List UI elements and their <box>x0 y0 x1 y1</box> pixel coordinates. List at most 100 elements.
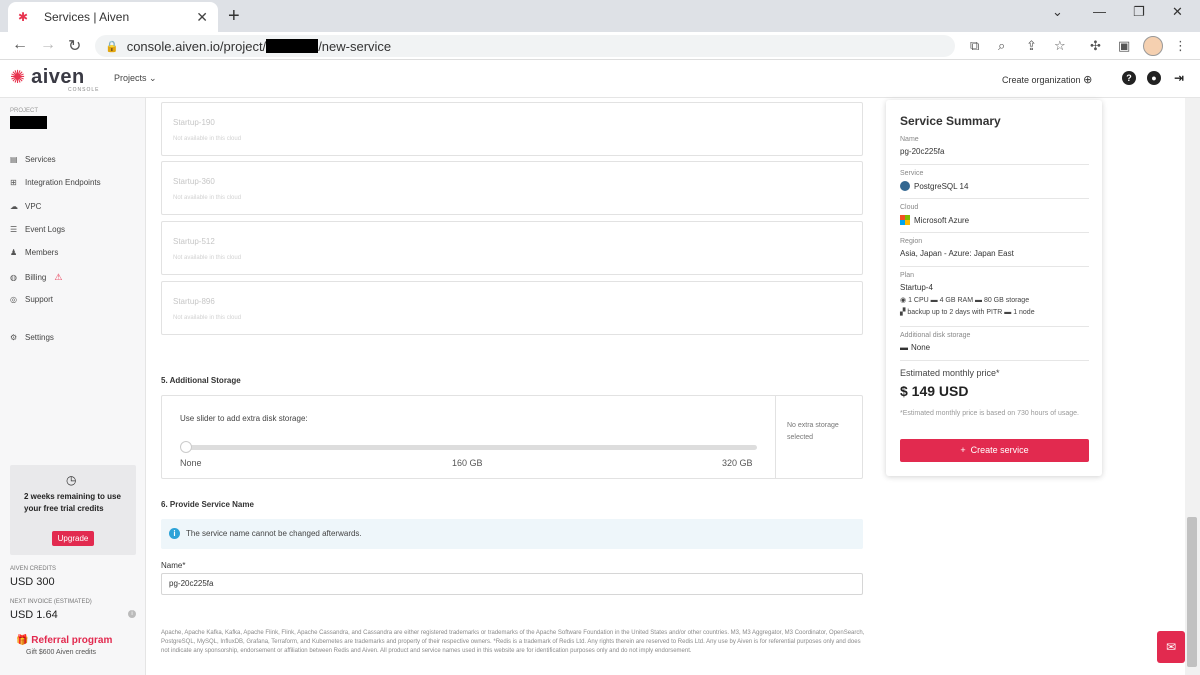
storage-slider-handle[interactable] <box>180 441 192 453</box>
plus-icon: + <box>960 445 966 455</box>
plan-option-startup-190[interactable]: Startup-190 Not available in this cloud <box>161 102 863 156</box>
create-service-button[interactable]: + Create service <box>900 439 1089 462</box>
close-window-icon[interactable]: ✕ <box>1172 4 1183 20</box>
plan-option-startup-512[interactable]: Startup-512 Not available in this cloud <box>161 221 863 275</box>
section-title-service-name: 6. Provide Service Name <box>161 500 254 509</box>
trademark-footer: Apache, Apache Kafka, Kafka, Apache Flin… <box>161 630 865 654</box>
upgrade-button[interactable]: Upgrade <box>52 531 94 546</box>
service-summary-card: Service Summary Name pg-20c225fa Service… <box>886 100 1102 476</box>
summary-service-row: Service PostgreSQL 14 <box>900 170 1089 199</box>
aiven-logo[interactable]: ✺ aiven CONSOLE <box>10 66 98 93</box>
plan-name: Startup-360 <box>173 177 215 186</box>
translate-icon[interactable]: ⧉ <box>970 38 979 54</box>
help-icon[interactable]: ? <box>1122 71 1136 85</box>
summary-value: pg-20c225fa <box>900 147 945 156</box>
back-icon[interactable]: ← <box>12 36 28 54</box>
url-suffix: /new-service <box>318 38 392 54</box>
logout-icon[interactable]: ⇥ <box>1172 71 1186 85</box>
sidebar-item-billing[interactable]: ◍ Billing ⚠ <box>10 272 62 283</box>
logo-text: aiven <box>31 66 85 88</box>
extensions-icon[interactable]: ✣ <box>1090 38 1101 54</box>
support-icon: ◎ <box>10 295 17 304</box>
divider <box>900 360 1089 361</box>
minimize-icon[interactable]: — <box>1093 4 1106 19</box>
tab-search-icon[interactable]: ⌄ <box>1052 4 1063 20</box>
bookmark-star-icon[interactable]: ☆ <box>1054 38 1066 54</box>
sidebar-item-label: Members <box>25 248 59 257</box>
credits-label: AIVEN CREDITS <box>10 566 57 572</box>
summary-label: Service <box>900 170 924 177</box>
sidebar-item-settings[interactable]: ⚙ Settings <box>10 333 54 342</box>
divider <box>900 232 1089 233</box>
plan-name: Startup-896 <box>173 297 215 306</box>
divider <box>900 198 1089 199</box>
referral-note: Gift $600 Aiven credits <box>26 649 97 656</box>
profile-avatar[interactable] <box>1143 36 1163 56</box>
url-field[interactable]: 🔒 console.aiven.io/project/ /new-service <box>95 35 955 57</box>
sidebar-item-services[interactable]: ▤ Services <box>10 155 56 164</box>
sidebar-item-vpc[interactable]: ☁ VPC <box>10 202 41 211</box>
summary-disk-row: Additional disk storage ▬ None <box>900 332 1089 361</box>
new-tab-icon[interactable]: + <box>228 5 240 28</box>
create-organization-button[interactable]: Create organization ⊕ <box>1002 73 1092 86</box>
invoice-label: NEXT INVOICE (ESTIMATED) <box>10 599 92 605</box>
summary-label: Region <box>900 238 923 245</box>
trial-text: 2 weeks remaining to use your free trial… <box>24 492 121 513</box>
summary-plan-row: Plan Startup-4 ◉ 1 CPU ▬ 4 GB RAM ▬ 80 G… <box>900 272 1089 327</box>
divider <box>900 266 1089 267</box>
forward-icon[interactable]: → <box>40 36 56 54</box>
sidebar-item-label: Services <box>25 155 56 164</box>
chat-support-icon[interactable]: ✉ <box>1157 631 1185 663</box>
url-prefix: console.aiven.io/project/ <box>126 38 267 54</box>
share-icon[interactable]: ⇪ <box>1026 38 1037 54</box>
sidebar-item-label: Settings <box>25 333 54 342</box>
postgresql-icon <box>900 181 910 191</box>
browser-menu-icon[interactable]: ⋮ <box>1174 38 1187 54</box>
service-name-input[interactable]: pg-20c225fa <box>161 573 863 595</box>
summary-cloud-row: Cloud Microsoft Azure <box>900 204 1089 233</box>
close-tab-icon[interactable]: ✕ <box>196 9 208 26</box>
sidebar-item-label: Integration Endpoints <box>25 178 101 187</box>
sidebar-item-event-logs[interactable]: ☰ Event Logs <box>10 225 65 234</box>
reload-icon[interactable]: ↻ <box>68 36 81 56</box>
referral-program-link[interactable]: 🎁 Referral program <box>16 635 112 646</box>
project-label: PROJECT <box>10 108 39 114</box>
projects-dropdown[interactable]: Projects ⌄ <box>114 73 157 84</box>
clock-icon: ◷ <box>66 473 77 487</box>
invoice-value: USD 1.64 <box>10 609 58 621</box>
restore-icon[interactable]: ❐ <box>1133 4 1145 20</box>
storage-hint: Use slider to add extra disk storage: <box>180 414 308 423</box>
disk-icon: ▬ <box>900 343 908 352</box>
sidebar-item-integration-endpoints[interactable]: ⊞ Integration Endpoints <box>10 178 101 187</box>
list-icon: ☰ <box>10 225 18 234</box>
app-header: ✺ aiven CONSOLE Projects ⌄ Create organi… <box>0 60 1200 98</box>
plan-option-startup-896[interactable]: Startup-896 Not available in this cloud <box>161 281 863 335</box>
sidebar: PROJECT ▤ Services ⊞ Integration Endpoints… <box>0 98 146 675</box>
notice-text: The service name cannot be changed after… <box>186 529 362 538</box>
sidebar-item-support[interactable]: ◎ Support <box>10 295 53 304</box>
browser-tabstrip: ✱ Services | Aiven ✕ + ⌄ — ❐ ✕ <box>0 0 1200 32</box>
users-icon: ♟ <box>10 248 18 257</box>
sidebar-item-members[interactable]: ♟ Members <box>10 248 58 257</box>
create-org-label: Create organization <box>1002 75 1081 85</box>
redacted-project-id <box>266 39 319 53</box>
backup-icon: ▞ <box>900 309 906 316</box>
estimated-price-value: $ 149 USD <box>900 383 969 399</box>
browser-tab[interactable]: ✱ Services | Aiven ✕ <box>8 2 218 32</box>
sidebar-item-label: Event Logs <box>25 225 66 234</box>
summary-title: Service Summary <box>900 114 1001 128</box>
cloud-icon: ☁ <box>10 202 18 211</box>
storage-slider-track[interactable] <box>183 445 757 450</box>
summary-region-row: Region Asia, Japan - Azure: Japan East <box>900 238 1089 267</box>
spec-nodes: 1 node <box>1013 309 1035 316</box>
info-icon[interactable]: i <box>128 610 136 618</box>
microsoft-azure-icon <box>900 215 910 225</box>
tab-title: Services | Aiven <box>44 10 130 24</box>
side-panel-icon[interactable]: ▣ <box>1118 38 1130 54</box>
plan-option-startup-360[interactable]: Startup-360 Not available in this cloud <box>161 161 863 215</box>
scrollbar-thumb[interactable] <box>1187 517 1197 667</box>
spec-storage: 80 GB storage <box>983 297 1030 304</box>
user-profile-icon[interactable]: ● <box>1147 71 1161 85</box>
divider <box>900 164 1089 165</box>
zoom-icon[interactable]: ⌕ <box>998 38 1005 54</box>
